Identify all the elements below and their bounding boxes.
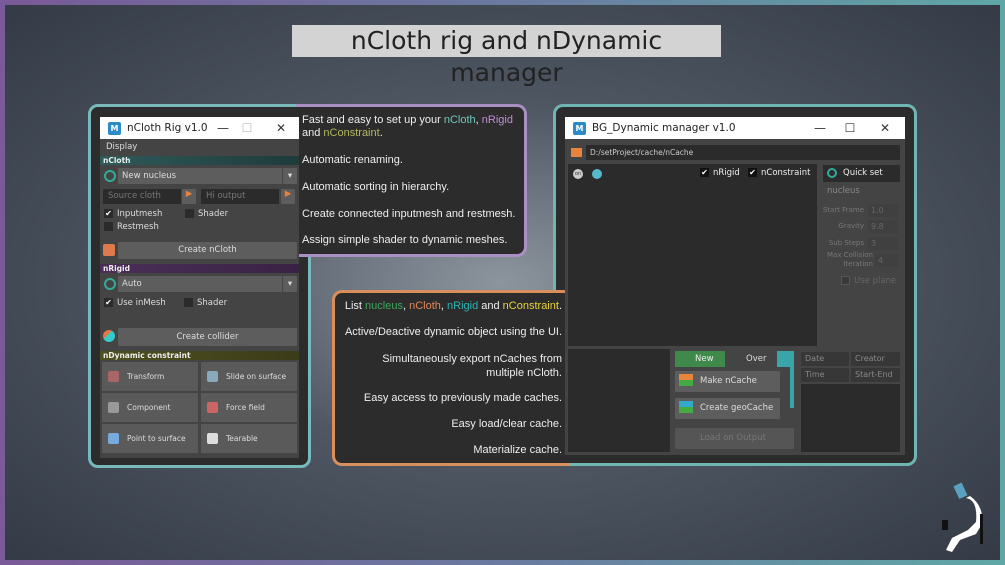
cache-object-list[interactable]: [568, 349, 670, 452]
minimize-button[interactable]: —: [805, 117, 835, 139]
new-cache-mode-button[interactable]: New: [675, 351, 725, 367]
create-ncloth-button[interactable]: Create nCloth: [118, 242, 297, 259]
hi-output-input[interactable]: Hi output: [201, 189, 279, 204]
sub-steps-field[interactable]: 3: [868, 237, 898, 250]
section-ncloth: nCloth: [100, 156, 299, 165]
cache-path-field[interactable]: D:/setProject/cache/nCache: [586, 145, 900, 160]
title-bar: M BG_Dynamic manager v1.0 — ☐ ✕: [565, 117, 905, 139]
ncloth-rig-window: MnCloth Rig v1.0 — ☐ ✕ Display nCloth New …: [100, 117, 299, 458]
nucleus-label: nucleus: [827, 186, 860, 196]
manager-feature: Easy load/clear cache.: [451, 418, 562, 430]
manager-feature: Easy access to previously made caches.: [363, 392, 562, 404]
point-to-surface-icon: [108, 433, 119, 444]
over-cache-mode-button[interactable]: Over: [728, 351, 770, 367]
constraint-component-button[interactable]: Component: [102, 393, 198, 422]
inputmesh-checkbox[interactable]: ✔ Inputmesh: [104, 209, 162, 219]
nconstraint-filter-checkbox[interactable]: ✔ nConstraint: [748, 168, 810, 178]
gravity-label: Gravity: [838, 222, 864, 230]
rig-intro: Fast and easy to set up your nCloth, nRi…: [302, 114, 513, 139]
rig-feature: Create connected inputmesh and restmesh.: [302, 208, 516, 220]
close-button[interactable]: ✕: [870, 117, 900, 139]
rigid-select[interactable]: Auto: [118, 276, 282, 292]
section-ndynamic-constraint: nDynamic constraint: [100, 351, 299, 360]
manager-feature: Active/Deactive dynamic object using the…: [344, 326, 562, 338]
menu-display[interactable]: Display: [106, 142, 137, 152]
dynamic-manager-window: M BG_Dynamic manager v1.0 — ☐ ✕ D:/setProje…: [565, 117, 905, 455]
restmesh-checkbox[interactable]: Restmesh: [104, 222, 159, 232]
chevron-down-icon[interactable]: ▾: [283, 168, 297, 184]
maximize-button[interactable]: ☐: [835, 117, 865, 139]
use-plane-checkbox[interactable]: Use plane: [841, 276, 896, 286]
nrigid-filter-checkbox[interactable]: ✔ nRigid: [700, 168, 740, 178]
max-collision-field[interactable]: 4: [875, 254, 898, 267]
nucleus-icon: [104, 278, 116, 290]
create-collider-button[interactable]: Create collider: [118, 328, 297, 346]
rig-feature: Assign simple shader to dynamic meshes.: [302, 234, 508, 246]
collider-icon: [103, 330, 115, 342]
create-geocache-icon: [679, 401, 693, 413]
constraint-tearable-button[interactable]: Tearable: [201, 424, 297, 453]
manager-feature: Simultaneously export nCaches from multi…: [382, 353, 562, 379]
constraint-point-to-surface-button[interactable]: Point to surface: [102, 424, 198, 453]
shirt-icon: [103, 244, 115, 256]
force-field-icon: [207, 402, 218, 413]
constraint-slide-on-surface-button[interactable]: Slide on surface: [201, 362, 297, 391]
column-time: Time: [801, 368, 849, 382]
folder-icon[interactable]: [571, 148, 582, 157]
cache-details-list[interactable]: [801, 384, 900, 452]
on-toggle-icon[interactable]: on: [573, 169, 583, 179]
component-icon: [108, 402, 119, 413]
tearable-icon: [207, 433, 218, 444]
constraint-transform-button[interactable]: Transform: [102, 362, 198, 391]
rigid-shader-checkbox[interactable]: Shader: [184, 298, 227, 308]
maya-logo-icon: M: [573, 121, 586, 135]
column-start-end: Start-End: [851, 368, 900, 382]
cursor-pick-icon[interactable]: ▶: [182, 189, 196, 204]
manager-feature: Materialize cache.: [473, 444, 562, 456]
chevron-down-icon[interactable]: ▾: [283, 276, 297, 292]
title-bar: MnCloth Rig v1.0 — ☐ ✕: [100, 117, 299, 139]
max-collision-label: Max Collision Iteration: [826, 251, 873, 268]
constraint-force-field-button[interactable]: Force field: [201, 393, 297, 422]
source-cloth-input[interactable]: Source cloth: [103, 189, 181, 204]
shader-checkbox[interactable]: Shader: [185, 209, 228, 219]
reading-person-logo: [942, 482, 983, 552]
column-creator: Creator: [851, 352, 900, 366]
cursor-pick-icon[interactable]: ▶: [281, 189, 295, 204]
page-title: nCloth rig and nDynamic manager: [292, 25, 721, 87]
maximize-button[interactable]: ☐: [232, 117, 262, 139]
gravity-field[interactable]: 9.8: [868, 220, 898, 233]
rig-feature: Automatic sorting in hierarchy.: [302, 181, 450, 193]
nucleus-icon: [827, 167, 837, 178]
rig-feature: Automatic renaming.: [302, 154, 403, 166]
manager-intro: List nucleus, nCloth, nRigid and nConstr…: [344, 300, 562, 312]
nucleus-select[interactable]: New nucleus: [118, 168, 282, 184]
connector-line: [790, 367, 794, 408]
use-inmesh-checkbox[interactable]: ✔ Use inMesh: [104, 298, 166, 308]
maya-logo-icon: M: [108, 121, 121, 135]
start-frame-field[interactable]: 1.0: [868, 204, 898, 217]
quick-set-button[interactable]: Quick set: [823, 165, 900, 182]
window-title: BG_Dynamic manager v1.0: [592, 122, 736, 134]
start-frame-label: Start Frame: [822, 206, 864, 214]
dynamic-object-list[interactable]: [568, 164, 817, 346]
nucleus-icon: [104, 170, 116, 182]
transform-icon: [108, 371, 119, 382]
load-on-output-button[interactable]: Load on Output: [675, 428, 794, 449]
column-date: Date: [801, 352, 849, 366]
window-title: nCloth Rig v1.0: [127, 122, 208, 134]
close-button[interactable]: ✕: [266, 117, 296, 139]
eye-icon[interactable]: [592, 169, 602, 179]
slide-on-surface-icon: [207, 371, 218, 382]
section-nrigid: nRigid: [100, 264, 299, 273]
link-cache-icon[interactable]: [777, 351, 794, 367]
make-ncache-icon: [679, 374, 693, 386]
sub-steps-label: Sub Steps: [828, 239, 864, 247]
